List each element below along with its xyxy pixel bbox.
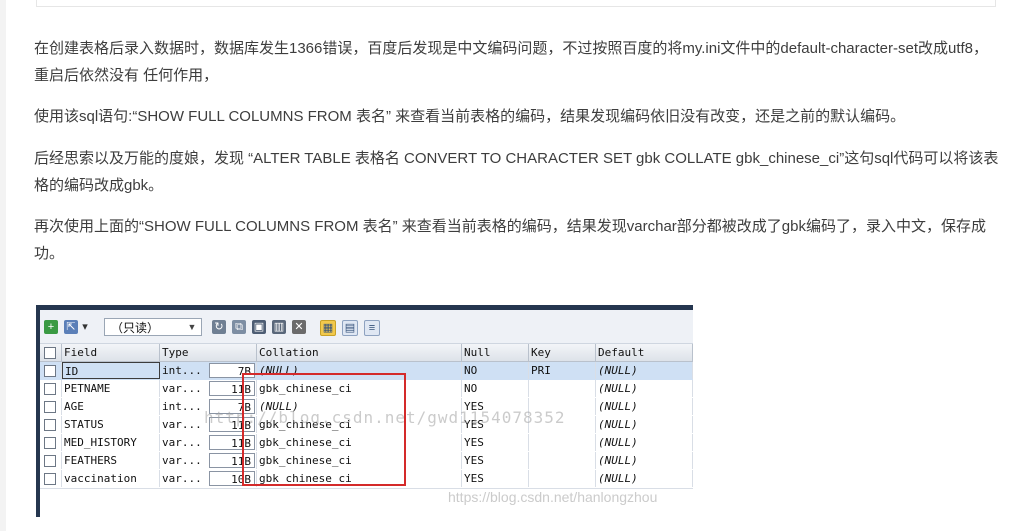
cell-type[interactable]: var... (160, 380, 207, 397)
paragraph-3: 后经思索以及万能的度娘，发现 “ALTER TABLE 表格名 CONVERT … (34, 150, 999, 194)
top-card-edge (36, 0, 996, 7)
cell-type[interactable]: var... (160, 416, 207, 433)
cell-default[interactable]: (NULL) (596, 470, 693, 487)
row-checkbox[interactable] (44, 383, 56, 395)
add-row-icon[interactable]: + (44, 320, 58, 334)
cancel-icon[interactable]: ✕ (292, 320, 306, 334)
row-checkbox[interactable] (44, 401, 56, 413)
select-all-cell (40, 344, 62, 361)
cell-default[interactable]: (NULL) (596, 362, 693, 379)
cell-default[interactable]: (NULL) (596, 380, 693, 397)
cell-default[interactable]: (NULL) (596, 452, 693, 469)
cell-field[interactable]: ID (62, 362, 160, 379)
sql-result-screenshot: + ⇱ ▾ （只读） ▼ ↻ ⧉ ▣ ▥ ✕ ▦ ▤ ≡ Field Type … (36, 305, 693, 517)
grid-view-icon[interactable]: ▦ (320, 320, 336, 336)
form-view-icon[interactable]: ▤ (342, 320, 358, 336)
toolbar: + ⇱ ▾ （只读） ▼ ↻ ⧉ ▣ ▥ ✕ ▦ ▤ ≡ (40, 310, 693, 344)
cell-field[interactable]: vaccination (62, 470, 160, 487)
row-checkbox[interactable] (44, 437, 56, 449)
col-header-default[interactable]: Default (596, 344, 693, 361)
row-select-cell (40, 398, 62, 415)
cell-default[interactable]: (NULL) (596, 398, 693, 415)
col-header-field[interactable]: Field (62, 344, 160, 361)
paragraph-1: 在创建表格后录入数据时，数据库发生1366错误，百度后发现是中文编码问题，不过按… (34, 40, 989, 84)
dropdown-icon[interactable]: ▾ (80, 320, 90, 334)
chevron-down-icon: ▼ (187, 322, 197, 332)
row-checkbox[interactable] (44, 455, 56, 467)
paragraph-4: 再次使用上面的“SHOW FULL COLUMNS FROM 表名” 来查看当前… (34, 218, 986, 262)
row-checkbox[interactable] (44, 419, 56, 431)
row-select-cell (40, 470, 62, 487)
cell-key[interactable] (529, 380, 596, 397)
cell-default[interactable]: (NULL) (596, 416, 693, 433)
cell-null[interactable]: NO (462, 362, 529, 379)
col-header-collation[interactable]: Collation (257, 344, 462, 361)
cell-default[interactable]: (NULL) (596, 434, 693, 451)
row-checkbox[interactable] (44, 473, 56, 485)
cell-null[interactable]: YES (462, 470, 529, 487)
row-select-cell (40, 362, 62, 379)
save-icon[interactable]: ▣ (252, 320, 266, 334)
mode-combo[interactable]: （只读） ▼ (104, 318, 202, 336)
delete-icon[interactable]: ▥ (272, 320, 286, 334)
cell-type[interactable]: int... (160, 362, 207, 379)
cell-type[interactable]: var... (160, 434, 207, 451)
cell-field[interactable]: MED_HISTORY (62, 434, 160, 451)
cell-key[interactable]: PRI (529, 362, 596, 379)
left-gutter (0, 0, 6, 531)
cell-null[interactable]: YES (462, 452, 529, 469)
cell-field[interactable]: FEATHERS (62, 452, 160, 469)
col-header-null[interactable]: Null (462, 344, 529, 361)
grid-header: Field Type Collation Null Key Default (40, 344, 693, 362)
cell-field[interactable]: STATUS (62, 416, 160, 433)
cell-field[interactable]: PETNAME (62, 380, 160, 397)
col-header-type[interactable]: Type (160, 344, 257, 361)
refresh-icon[interactable]: ↻ (212, 320, 226, 334)
copy-icon[interactable]: ⧉ (232, 320, 246, 334)
cell-key[interactable] (529, 470, 596, 487)
row-checkbox[interactable] (44, 365, 56, 377)
row-select-cell (40, 452, 62, 469)
cell-type[interactable]: var... (160, 470, 207, 487)
select-all-checkbox[interactable] (44, 347, 56, 359)
text-view-icon[interactable]: ≡ (364, 320, 380, 336)
col-header-key[interactable]: Key (529, 344, 596, 361)
paragraph-2: 使用该sql语句:“SHOW FULL COLUMNS FROM 表名” 来查看… (34, 108, 906, 125)
cell-null[interactable]: NO (462, 380, 529, 397)
cell-field[interactable]: AGE (62, 398, 160, 415)
cell-type[interactable]: int... (160, 398, 207, 415)
watermark-blog-url: https://blog.csdn.net/hanlongzhou (448, 489, 658, 505)
row-select-cell (40, 416, 62, 433)
cell-type[interactable]: var... (160, 452, 207, 469)
highlight-box (242, 373, 406, 486)
cell-null[interactable]: YES (462, 434, 529, 451)
row-select-cell (40, 380, 62, 397)
mode-combo-value: （只读） (111, 321, 160, 335)
row-select-cell (40, 434, 62, 451)
cell-key[interactable] (529, 434, 596, 451)
cell-key[interactable] (529, 452, 596, 469)
export-icon[interactable]: ⇱ (64, 320, 78, 334)
